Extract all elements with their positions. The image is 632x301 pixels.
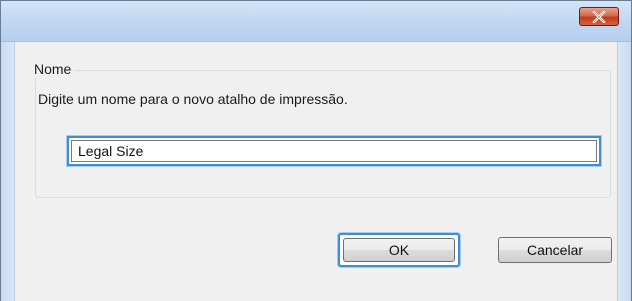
groupbox-legend: Nome xyxy=(31,61,75,77)
name-input-focus-ring xyxy=(67,136,601,166)
title-bar xyxy=(1,1,631,42)
close-icon xyxy=(592,10,606,23)
shortcut-name-input[interactable] xyxy=(71,140,597,162)
ok-button-focus-ring: OK xyxy=(338,233,460,267)
window-border-right xyxy=(617,42,631,301)
cancel-button[interactable]: Cancelar xyxy=(498,237,612,263)
ok-button[interactable]: OK xyxy=(343,238,455,262)
dialog-window: Nome Digite um nome para o novo atalho d… xyxy=(0,0,632,301)
name-groupbox xyxy=(35,70,611,198)
close-button[interactable] xyxy=(579,7,619,26)
window-border-left xyxy=(1,42,15,301)
name-prompt-label: Digite um nome para o novo atalho de imp… xyxy=(38,91,348,107)
dialog-content: Nome Digite um nome para o novo atalho d… xyxy=(15,42,617,301)
